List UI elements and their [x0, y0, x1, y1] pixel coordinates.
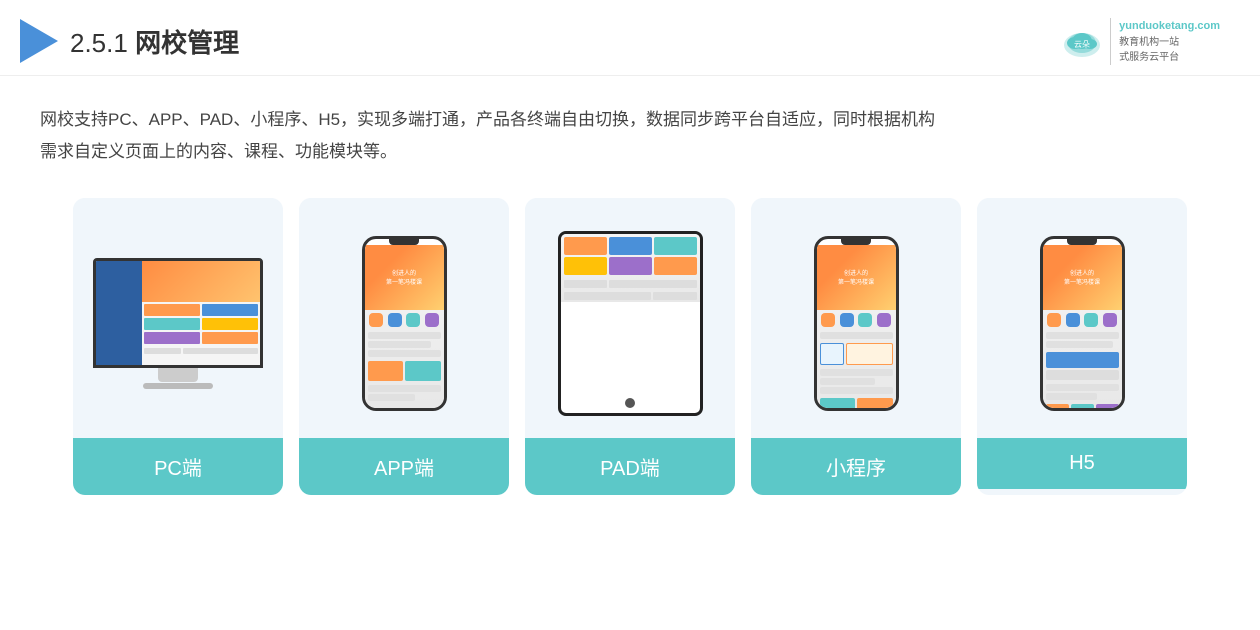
cards-section: PC端 创进人的第一笔冯楼课: [0, 178, 1260, 495]
brand-icon: 云朵: [1060, 23, 1104, 59]
brand-tagline1: 教育机构一站: [1119, 35, 1220, 50]
card-label-pad: PAD端: [525, 438, 735, 495]
card-image-miniprogram: 创进人的第一笔冯楼课: [751, 198, 961, 438]
card-image-h5: 创进人的第一笔冯楼课: [977, 198, 1187, 438]
tablet-screen: [561, 234, 700, 302]
card-label-pc: PC端: [73, 438, 283, 495]
card-label-h5: H5: [977, 438, 1187, 489]
tablet-home-button: [625, 398, 635, 408]
description-line1: 网校支持PC、APP、PAD、小程序、H5，实现多端打通，产品各终端自由切换，数…: [40, 104, 1220, 136]
header-right: 云朵 yunduoketang.com 教育机构一站 式服务云平台: [1060, 18, 1220, 65]
card-app: 创进人的第一笔冯楼课: [299, 198, 509, 495]
card-label-app: APP端: [299, 438, 509, 495]
page-title: 2.5.1 网校管理: [70, 23, 239, 60]
page-container: 2.5.1 网校管理 云朵 yunduoketang.com: [0, 0, 1260, 630]
header: 2.5.1 网校管理 云朵 yunduoketang.com: [0, 0, 1260, 76]
header-left: 2.5.1 网校管理: [20, 19, 239, 63]
desktop-base: [143, 383, 213, 389]
card-miniprogram: 创进人的第一笔冯楼课: [751, 198, 961, 495]
miniprogram-screen: 创进人的第一笔冯楼课: [817, 245, 896, 408]
svg-text:云朵: 云朵: [1074, 40, 1090, 49]
phone-device-mock-app: 创进人的第一笔冯楼课: [362, 236, 447, 411]
phone-device-mock-mini: 创进人的第一笔冯楼课: [814, 236, 899, 411]
desktop-device-mock: [93, 258, 263, 389]
card-h5: 创进人的第一笔冯楼课: [977, 198, 1187, 495]
brand-domain: yunduoketang.com: [1119, 18, 1220, 35]
brand-logo: 云朵 yunduoketang.com 教育机构一站 式服务云平台: [1060, 18, 1220, 65]
brand-tagline2: 式服务云平台: [1119, 50, 1220, 65]
description-block: 网校支持PC、APP、PAD、小程序、H5，实现多端打通，产品各终端自由切换，数…: [0, 76, 1260, 179]
card-image-app: 创进人的第一笔冯楼课: [299, 198, 509, 438]
card-label-miniprogram: 小程序: [751, 438, 961, 495]
brand-text-block: yunduoketang.com 教育机构一站 式服务云平台: [1110, 18, 1220, 65]
card-pc: PC端: [73, 198, 283, 495]
card-image-pad: [525, 198, 735, 438]
desktop-screen: [93, 258, 263, 368]
phone-device-mock-h5: 创进人的第一笔冯楼课: [1040, 236, 1125, 411]
phone-screen: 创进人的第一笔冯楼课: [365, 245, 444, 408]
desktop-stand: [158, 368, 198, 382]
card-pad: PAD端: [525, 198, 735, 495]
description-line2: 需求自定义页面上的内容、课程、功能模块等。: [40, 136, 1220, 168]
logo-triangle-icon: [20, 19, 58, 63]
card-image-pc: [73, 198, 283, 438]
h5-screen: 创进人的第一笔冯楼课: [1043, 245, 1122, 408]
tablet-device-mock: [558, 231, 703, 416]
